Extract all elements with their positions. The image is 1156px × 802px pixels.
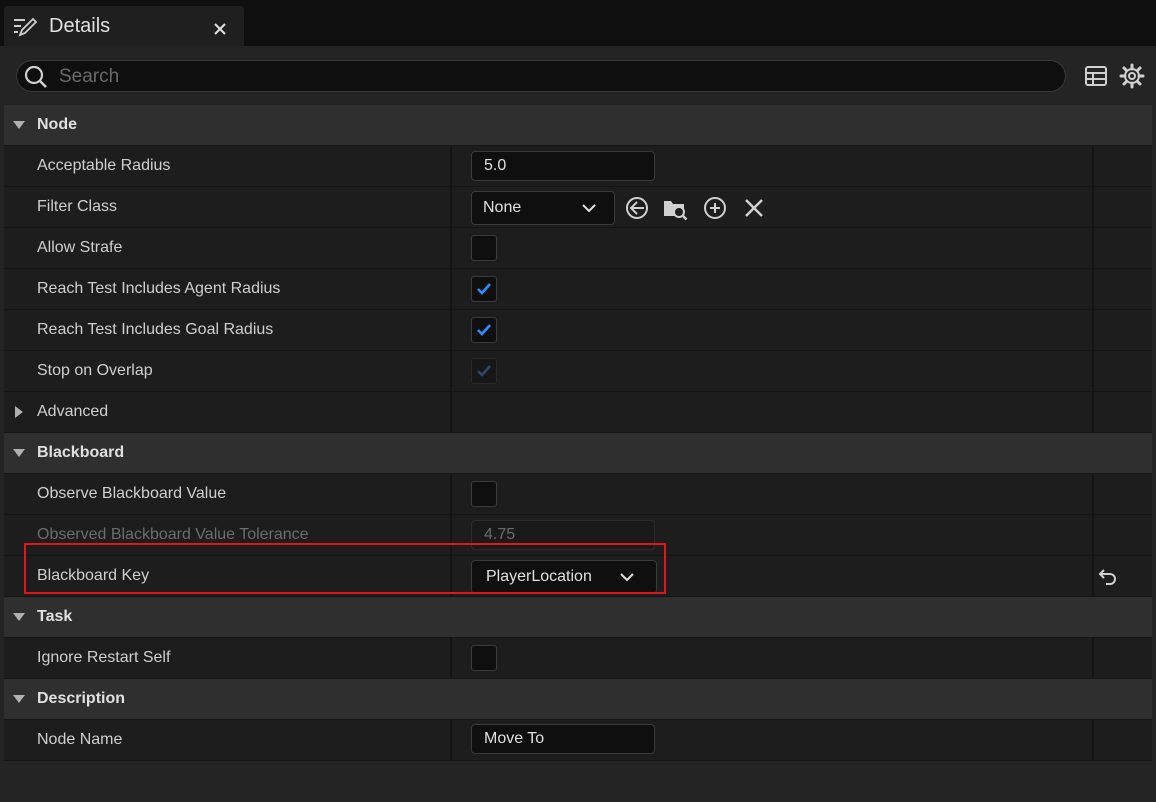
details-pencil-icon: [14, 17, 38, 37]
category-label: Task: [37, 608, 73, 625]
category-description[interactable]: Description: [4, 679, 1152, 720]
reach-goal-radius-checkbox[interactable]: [471, 317, 497, 343]
category-label: Description: [37, 690, 126, 707]
search-box[interactable]: [16, 60, 1066, 92]
settings-gear-icon[interactable]: [1119, 63, 1145, 89]
node-name-input[interactable]: Move To: [471, 724, 655, 754]
ignore-restart-self-checkbox[interactable]: [471, 645, 497, 671]
observe-blackboard-value-checkbox[interactable]: [471, 481, 497, 507]
property-row-ignore-restart-self: Ignore Restart Self: [4, 638, 1152, 679]
chevron-down-icon: [620, 573, 634, 582]
property-row-reach-agent-radius: Reach Test Includes Agent Radius: [4, 269, 1152, 310]
property-label: Observed Blackboard Value Tolerance: [37, 526, 309, 543]
collapse-arrow-icon: [13, 695, 25, 703]
reach-agent-radius-checkbox[interactable]: [471, 276, 497, 302]
tab-bar: Details: [0, 0, 1156, 46]
checkmark-icon: [477, 283, 491, 295]
property-row-value-tolerance: Observed Blackboard Value Tolerance 4.75: [4, 515, 1152, 556]
dropdown-value: PlayerLocation: [486, 568, 592, 585]
property-list: Node Acceptable Radius 5.0 Filter Class …: [4, 105, 1152, 761]
collapse-arrow-icon: [13, 121, 25, 129]
property-label: Acceptable Radius: [37, 157, 171, 174]
checkmark-icon: [477, 365, 491, 377]
property-label: Filter Class: [37, 198, 118, 215]
collapse-arrow-icon: [13, 613, 25, 621]
chevron-down-icon: [582, 204, 596, 213]
property-row-acceptable-radius: Acceptable Radius 5.0: [4, 146, 1152, 187]
filter-class-dropdown[interactable]: None: [471, 191, 615, 225]
details-panel: Node Acceptable Radius 5.0 Filter Class …: [0, 46, 1156, 802]
acceptable-radius-input[interactable]: 5.0: [471, 151, 655, 181]
checkmark-icon: [477, 324, 491, 336]
use-selected-arrow-icon[interactable]: [624, 195, 650, 221]
property-label: Observe Blackboard Value: [37, 485, 227, 502]
browse-folder-icon[interactable]: [662, 195, 688, 221]
search-icon: [24, 65, 47, 88]
stop-on-overlap-checkbox: [471, 358, 497, 384]
tab-title: Details: [49, 15, 111, 37]
expand-arrow-icon: [15, 406, 23, 418]
property-label: Node Name: [37, 731, 123, 748]
property-label: Stop on Overlap: [37, 362, 153, 379]
category-label: Blackboard: [37, 444, 125, 461]
details-tab[interactable]: Details: [4, 6, 244, 46]
value-tolerance-input: 4.75: [471, 520, 655, 550]
search-input[interactable]: [57, 63, 1051, 91]
collapse-arrow-icon: [13, 449, 25, 457]
advanced-expander[interactable]: Advanced: [4, 392, 1152, 433]
dropdown-value: None: [483, 199, 522, 216]
add-circle-icon[interactable]: [702, 195, 728, 221]
property-label: Reach Test Includes Agent Radius: [37, 280, 281, 297]
property-label: Ignore Restart Self: [37, 649, 171, 666]
category-task[interactable]: Task: [4, 597, 1152, 638]
close-tab-icon[interactable]: [210, 19, 230, 39]
property-label: Allow Strafe: [37, 239, 123, 256]
reset-to-default-icon[interactable]: [1097, 566, 1119, 588]
property-row-stop-on-overlap: Stop on Overlap: [4, 351, 1152, 392]
category-node[interactable]: Node: [4, 105, 1152, 146]
category-blackboard[interactable]: Blackboard: [4, 433, 1152, 474]
property-row-observe-blackboard-value: Observe Blackboard Value: [4, 474, 1152, 515]
blackboard-key-dropdown[interactable]: PlayerLocation: [471, 560, 657, 594]
property-row-node-name: Node Name Move To: [4, 720, 1152, 761]
property-label: Reach Test Includes Goal Radius: [37, 321, 274, 338]
property-row-blackboard-key: Blackboard Key PlayerLocation: [4, 556, 1152, 597]
property-row-reach-goal-radius: Reach Test Includes Goal Radius: [4, 310, 1152, 351]
advanced-label: Advanced: [37, 403, 109, 420]
property-row-allow-strafe: Allow Strafe: [4, 228, 1152, 269]
clear-x-icon[interactable]: [741, 195, 767, 221]
allow-strafe-checkbox[interactable]: [471, 235, 497, 261]
table-view-icon[interactable]: [1083, 63, 1109, 89]
property-row-filter-class: Filter Class None: [4, 187, 1152, 228]
category-label: Node: [37, 116, 77, 133]
property-label: Blackboard Key: [37, 567, 150, 584]
